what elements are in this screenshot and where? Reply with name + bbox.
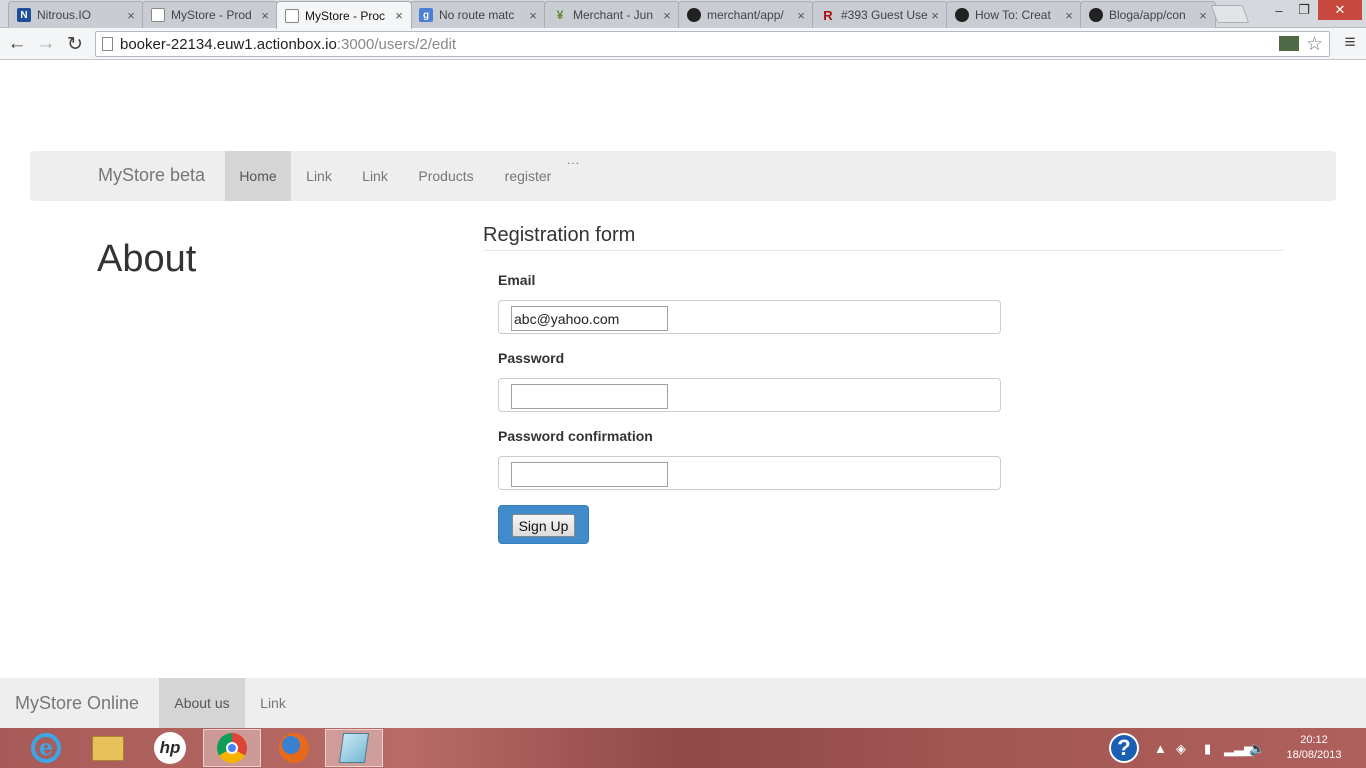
internet-explorer-button[interactable]: e	[17, 729, 75, 767]
volume-icon[interactable]: 🔈	[1249, 741, 1265, 757]
reload-icon[interactable]: ↻	[63, 32, 87, 56]
page-icon	[102, 37, 113, 51]
close-icon[interactable]: ×	[393, 8, 405, 23]
submit-button-wrapper[interactable]: Sign Up	[498, 505, 589, 544]
menu-icon[interactable]: ≡	[1340, 32, 1360, 56]
minimize-icon[interactable]: –	[1266, 0, 1292, 20]
clock-date: 18/08/2013	[1286, 749, 1342, 761]
back-arrow-icon[interactable]: ←	[5, 32, 29, 56]
tab-title: Bloga/app/con	[1109, 8, 1186, 22]
tab-merchant[interactable]: ¥ Merchant - Jun ×	[544, 1, 680, 28]
close-icon[interactable]: ×	[259, 8, 271, 23]
tab-title: Nitrous.IO	[37, 8, 92, 22]
bookmark-star-icon[interactable]: ☆	[1306, 33, 1323, 56]
notepad-button[interactable]	[325, 729, 383, 767]
restore-icon[interactable]: ❐	[1291, 0, 1317, 20]
footer-brand[interactable]: MyStore Online	[15, 693, 139, 714]
email-label: Email	[498, 272, 536, 288]
tab-title: MyStore - Proc	[305, 8, 386, 23]
merchant-icon: ¥	[556, 8, 564, 22]
firefox-button[interactable]	[265, 729, 323, 767]
window-close-icon[interactable]: ✕	[1318, 0, 1362, 20]
github-icon	[1089, 8, 1103, 22]
page-icon	[151, 8, 165, 22]
close-icon[interactable]: ×	[1063, 8, 1075, 23]
file-explorer-icon	[92, 735, 124, 761]
tab-title: No route matc	[439, 8, 515, 22]
security-icon[interactable]: ◈	[1176, 741, 1186, 757]
tab-how-to[interactable]: How To: Creat ×	[946, 1, 1082, 28]
close-icon[interactable]: ×	[527, 8, 539, 23]
tab-mystore-active[interactable]: MyStore - Proc ×	[276, 1, 412, 29]
password-confirmation-field[interactable]	[511, 462, 668, 487]
tab-title: How To: Creat	[975, 8, 1051, 22]
show-hidden-icons-icon[interactable]: ▲	[1154, 741, 1167, 756]
flag-icon[interactable]	[1279, 36, 1299, 51]
nav-link-1[interactable]: Link	[291, 151, 347, 201]
tab-title: MyStore - Prod	[171, 8, 252, 22]
browser-toolbar: ← → ↻ booker-22134.euw1.actionbox.io:300…	[0, 28, 1366, 60]
password-field[interactable]	[511, 384, 668, 409]
email-field-wrapper[interactable]	[498, 300, 1001, 334]
nitrous-icon: N	[17, 8, 31, 22]
close-icon[interactable]: ×	[929, 8, 941, 23]
navbar-brand[interactable]: MyStore beta	[98, 165, 205, 186]
footer-link[interactable]: Link	[245, 678, 301, 728]
footer-navbar: MyStore Online About us Link	[0, 678, 1366, 728]
battery-icon[interactable]: ▮	[1204, 741, 1211, 757]
about-heading: About	[97, 238, 197, 280]
github-icon	[955, 8, 969, 22]
close-icon[interactable]: ×	[1197, 8, 1209, 23]
chrome-icon	[217, 733, 247, 763]
close-icon[interactable]: ×	[125, 8, 137, 23]
firefox-icon	[279, 733, 309, 763]
tab-no-route[interactable]: g No route matc ×	[410, 1, 546, 28]
nav-link-2[interactable]: Link	[347, 151, 403, 201]
tab-bloga[interactable]: Bloga/app/con ×	[1080, 1, 1216, 28]
tab-title: #393 Guest Use	[841, 8, 928, 22]
browser-tab-strip: N Nitrous.IO × MyStore - Prod × MyStore …	[0, 0, 1366, 29]
notepad-icon	[338, 733, 370, 763]
email-field[interactable]	[511, 306, 668, 331]
url-path: :3000/users/2/edit	[336, 35, 457, 53]
google-icon: g	[419, 8, 433, 22]
close-icon[interactable]: ×	[661, 8, 673, 23]
internet-explorer-icon: e	[31, 733, 61, 763]
top-navbar: MyStore beta Home Link Link Products reg…	[30, 151, 1336, 201]
tab-mystore-products[interactable]: MyStore - Prod ×	[142, 1, 278, 28]
password-confirmation-wrapper[interactable]	[498, 456, 1001, 490]
password-field-wrapper[interactable]	[498, 378, 1001, 412]
password-label: Password	[498, 350, 565, 366]
tab-railscasts[interactable]: R #393 Guest Use ×	[812, 1, 948, 28]
page-icon	[285, 8, 299, 23]
help-icon[interactable]: ?	[1109, 733, 1139, 763]
chrome-button[interactable]	[203, 729, 261, 767]
hp-button[interactable]: hp	[141, 729, 199, 767]
tab-nitrous[interactable]: N Nitrous.IO ×	[8, 1, 144, 28]
password-confirmation-label: Password confirmation	[498, 428, 653, 444]
sign-up-button[interactable]: Sign Up	[512, 514, 575, 537]
form-legend: Registration form	[483, 224, 1283, 251]
forward-arrow-icon[interactable]: →	[34, 32, 58, 56]
nav-register[interactable]: register	[489, 151, 567, 201]
tab-merchant-github[interactable]: merchant/app/ ×	[678, 1, 814, 28]
nav-products[interactable]: Products	[403, 151, 489, 201]
clock-time: 20:12	[1300, 734, 1328, 746]
close-icon[interactable]: ×	[795, 8, 807, 23]
footer-about-us[interactable]: About us	[159, 678, 245, 728]
tab-title: merchant/app/	[707, 8, 784, 22]
system-clock[interactable]: 20:12 18/08/2013	[1275, 733, 1353, 763]
new-tab-button[interactable]	[1210, 5, 1250, 23]
file-explorer-button[interactable]	[79, 729, 137, 767]
tab-title: Merchant - Jun	[573, 8, 654, 22]
address-bar[interactable]: booker-22134.euw1.actionbox.io:3000/user…	[95, 31, 1330, 57]
nav-more-ellipsis[interactable]: ...	[567, 153, 580, 167]
url-host: booker-22134.euw1.actionbox.io	[120, 35, 337, 53]
nav-home[interactable]: Home	[225, 151, 291, 201]
railscasts-icon: R	[823, 7, 833, 23]
github-icon	[687, 8, 701, 22]
hp-icon: hp	[154, 732, 186, 764]
